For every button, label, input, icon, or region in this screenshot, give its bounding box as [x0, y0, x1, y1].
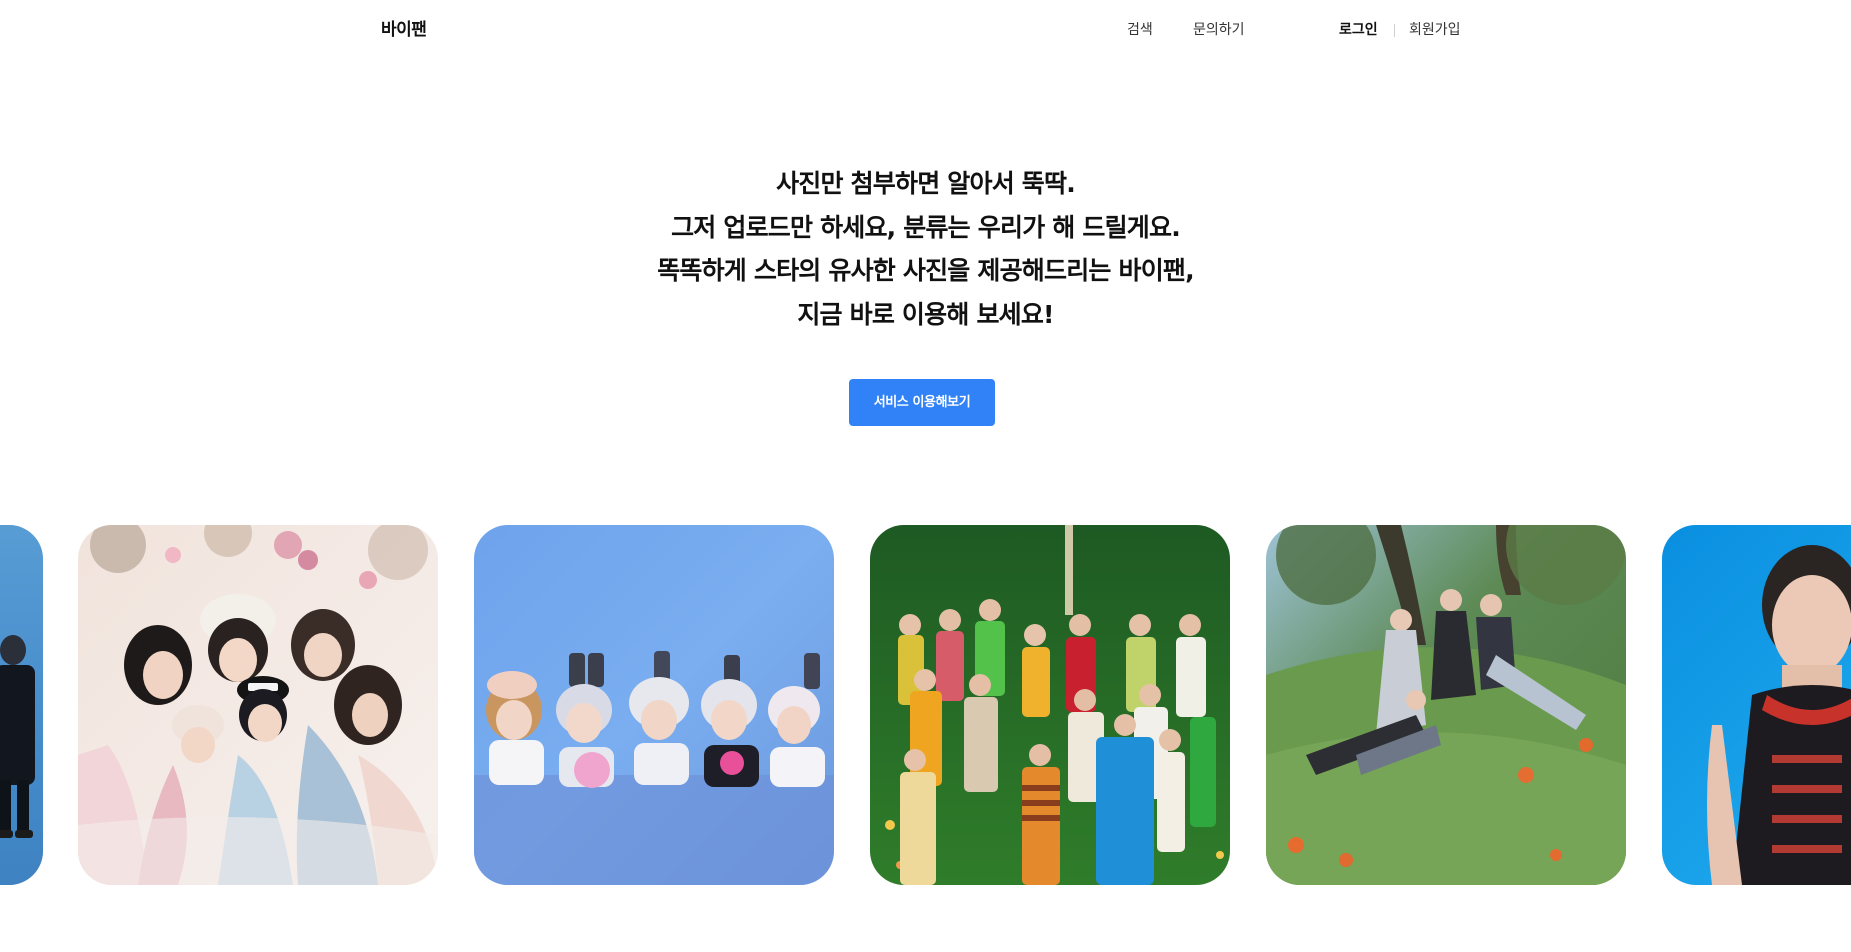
photo-image — [1266, 525, 1626, 885]
gallery-photo-blue-studio[interactable] — [474, 525, 834, 885]
hero-line-1: 사진만 첨부하면 알아서 뚝딱. — [776, 169, 1076, 198]
photo-image — [870, 525, 1230, 885]
photo-image — [0, 525, 43, 885]
site-header: 바이팬 검색 문의하기 로그인 회원가입 — [0, 0, 1851, 62]
photo-image — [1662, 525, 1851, 885]
hero-line-3: 똑똑하게 스타의 유사한 사진을 제공해드리는 바이팬, — [657, 256, 1194, 285]
photo-carousel[interactable] — [0, 525, 1851, 885]
auth-divider — [1394, 24, 1395, 37]
nav-inquiry-link[interactable]: 문의하기 — [1193, 19, 1245, 41]
hero-line-4: 지금 바로 이용해 보세요! — [797, 299, 1054, 329]
hero-headline: 사진만 첨부하면 알아서 뚝딱. 그저 업로드만 하세요, 분류는 우리가 해 … — [0, 162, 1851, 336]
gallery-photo-pastel-floral[interactable] — [78, 525, 438, 885]
gallery-photo-garden-group[interactable] — [870, 525, 1230, 885]
site-logo[interactable]: 바이팬 — [381, 18, 427, 42]
photo-image — [78, 525, 438, 885]
signup-link[interactable]: 회원가입 — [1409, 19, 1461, 41]
hero-section: 사진만 첨부하면 알아서 뚝딱. 그저 업로드만 하세요, 분류는 우리가 해 … — [0, 162, 1851, 336]
gallery-photo-cyan-portrait[interactable] — [1662, 525, 1851, 885]
login-link[interactable]: 로그인 — [1339, 19, 1378, 41]
gallery-photo-hillside-group[interactable] — [1266, 525, 1626, 885]
gallery-photo-blue-outdoor[interactable] — [0, 525, 43, 885]
photo-image — [474, 525, 834, 885]
hero-line-2: 그저 업로드만 하세요, 분류는 우리가 해 드릴게요. — [671, 212, 1181, 242]
nav-search-link[interactable]: 검색 — [1127, 19, 1153, 41]
try-service-button[interactable]: 서비스 이용해보기 — [849, 379, 995, 426]
